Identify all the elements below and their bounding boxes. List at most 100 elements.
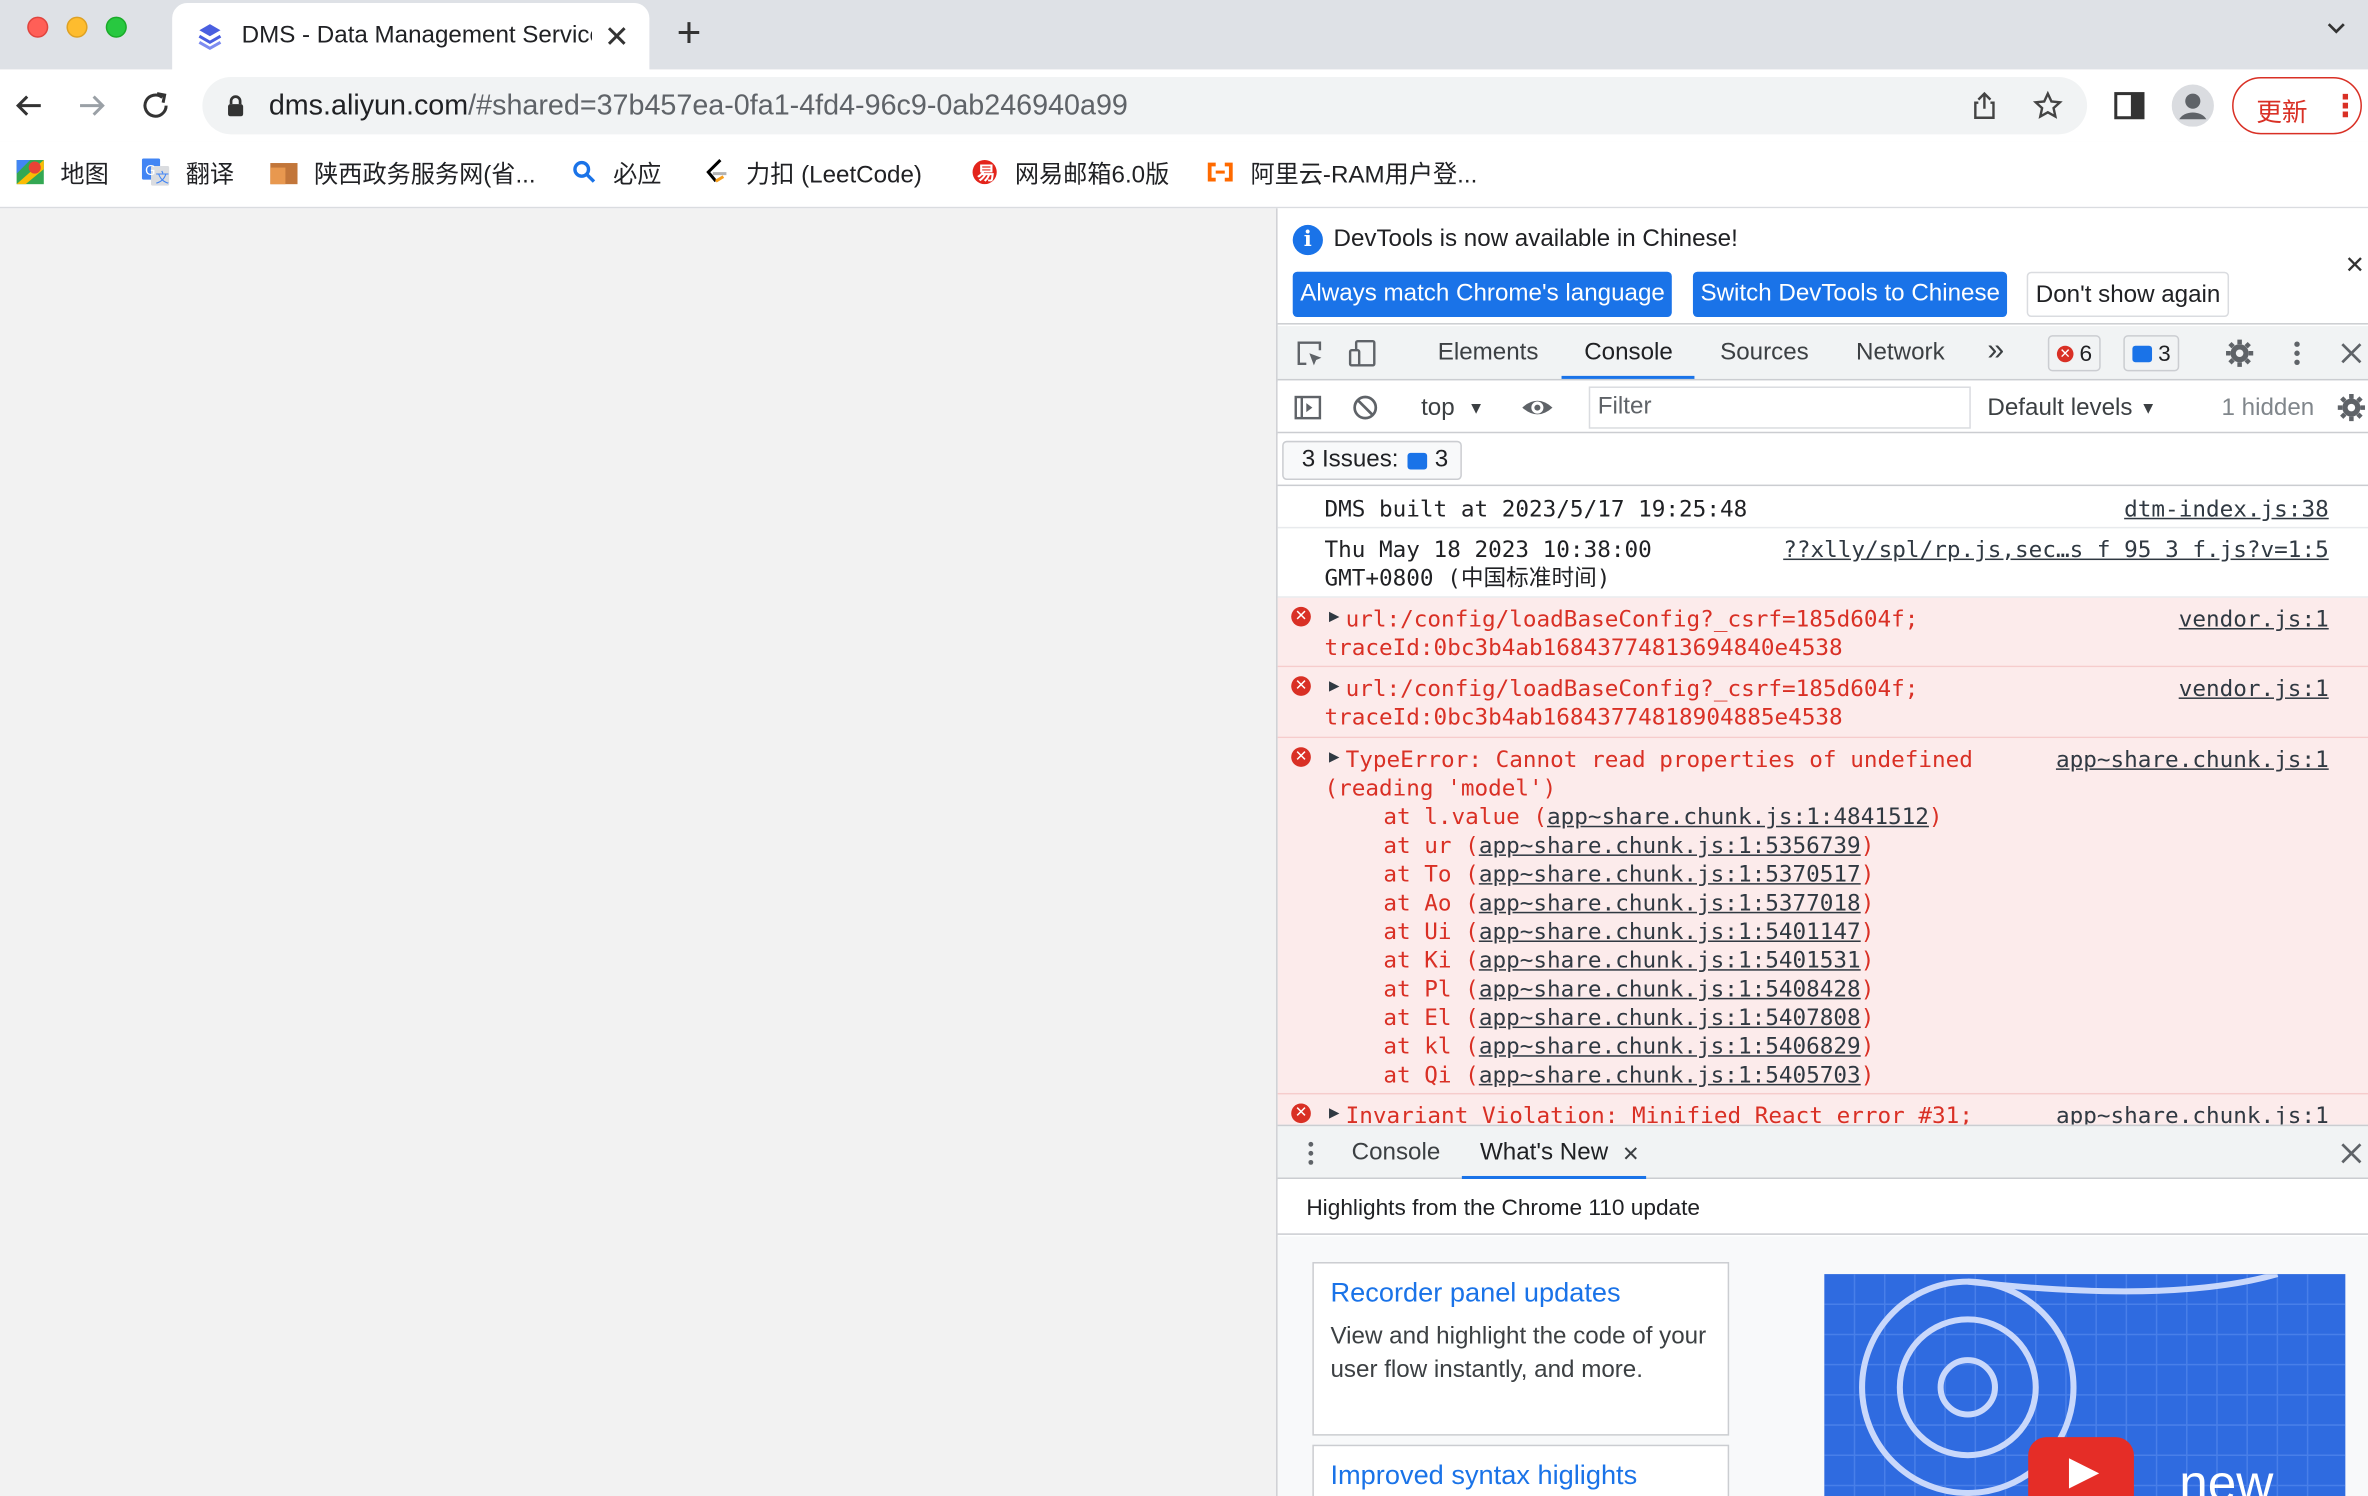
profile-avatar-icon[interactable] [2171,84,2214,127]
active-tab-indicator [1561,375,1695,379]
leetcode-icon [706,158,727,183]
side-panel-icon[interactable] [2111,88,2147,124]
stack-frame-link[interactable]: app~share.chunk.js:1:5401531 [1479,947,1861,974]
stack-frame-link[interactable]: app~share.chunk.js:1:5408428 [1479,975,1861,1002]
feature-card[interactable]: Improved syntax higlights [1312,1444,1730,1496]
log-levels-dropdown[interactable]: Default levels [1987,396,2132,423]
switch-to-chinese-button[interactable]: Switch DevTools to Chinese [1692,271,2008,318]
url-text[interactable]: dms.aliyun.com/#shared=37b457ea-0fa1-4fd… [269,91,1128,124]
bookmark-leetcode[interactable]: 力扣 (LeetCode) [701,155,922,189]
bookmark-label: 力扣 (LeetCode) [746,163,922,189]
minimize-window-button[interactable] [66,16,88,38]
netease-mail-icon: 易 [972,160,997,185]
back-arrow-icon[interactable] [11,88,47,124]
search-icon [573,160,596,183]
bookmark-label: 阿里云-RAM用户登... [1250,163,1478,189]
stack-frame-link[interactable]: app~share.chunk.js:1:5370517 [1479,860,1861,887]
issues-button[interactable]: 3 Issues: 3 [1282,440,1462,481]
svg-text:易: 易 [977,164,995,185]
bookmark-label: 必应 [613,163,662,189]
issues-label: 3 Issues: [1301,446,1399,473]
clear-console-icon[interactable] [1350,392,1380,422]
console-filter-box[interactable] [1588,386,1971,429]
close-drawer-icon[interactable] [2336,1138,2366,1168]
infobar-close-icon[interactable]: ✕ [2345,251,2365,281]
expand-caret-icon[interactable]: ▶ [1329,610,1339,625]
expand-caret-icon[interactable]: ▶ [1329,679,1339,694]
browser-tab-active[interactable]: DMS - Data Management Service ✕ [172,3,650,70]
close-whats-new-icon[interactable]: ✕ [1622,1141,1640,1167]
tab-close-icon[interactable]: ✕ [604,18,629,56]
dont-show-again-button[interactable]: Don't show again [2026,271,2230,318]
bookmark-aliyun-ram[interactable]: 阿里云-RAM用户登... [1205,155,1478,189]
message-source-link[interactable]: ??xlly/spl/rp.js,sec…s f 95 3 f.js?v=1:5 [1783,536,2329,565]
console-sidebar-icon[interactable] [1293,392,1323,422]
whats-new-headline: Highlights from the Chrome 110 update [1306,1195,1701,1222]
inspect-element-icon[interactable] [1294,338,1324,368]
drawer-tab-console[interactable]: Console [1352,1140,1441,1167]
infobar-message: DevTools is now available in Chinese! [1333,226,1738,253]
bookmark-shaanxi-gov[interactable]: 陕西政务服务网(省... [269,155,536,189]
forward-arrow-icon[interactable] [74,88,110,124]
feature-card[interactable]: Recorder panel updates View and highligh… [1312,1262,1730,1436]
stack-frame-link[interactable]: app~share.chunk.js:1:5405703 [1479,1061,1861,1088]
message-source-link[interactable]: app~share.chunk.js:1 [2056,746,2329,775]
stack-frame: at ur (app~share.chunk.js:1:5356739) [1383,831,1875,859]
promo-video-thumbnail[interactable]: new [1824,1274,2346,1496]
live-expression-eye-icon[interactable] [1521,392,1554,422]
page-viewport [0,208,1277,1496]
chrome-menu-icon[interactable]: ⋮ [2330,88,2360,126]
close-window-button[interactable] [27,16,49,38]
bookmark-translate[interactable]: G 文 翻译 [140,155,234,189]
bookmark-maps[interactable]: 地图 [15,155,109,189]
devtools-menu-icon[interactable] [2282,338,2312,368]
tab-console[interactable]: Console [1584,340,1673,367]
new-tab-button[interactable]: + [677,9,702,57]
device-toolbar-icon[interactable] [1347,338,1377,368]
context-selector[interactable]: top [1421,396,1455,423]
message-source-link[interactable]: dtm-index.js:38 [2124,495,2329,524]
stack-frame-link[interactable]: app~share.chunk.js:1:5401147 [1479,918,1861,945]
feature-card-title[interactable]: Improved syntax higlights [1330,1460,1637,1492]
tab-elements[interactable]: Elements [1438,340,1539,367]
stack-frame: at l.value (app~share.chunk.js:1:4841512… [1383,803,1943,831]
reload-icon[interactable] [137,88,173,124]
message-count-badge[interactable]: 3 [2123,335,2180,372]
stack-frame-link[interactable]: app~share.chunk.js:1:5406829 [1479,1033,1861,1060]
bookmark-bing[interactable]: 必应 [571,155,662,189]
close-devtools-icon[interactable] [2336,338,2366,368]
address-bar[interactable]: dms.aliyun.com/#shared=37b457ea-0fa1-4fd… [202,76,2088,135]
drawer-tab-whats-new[interactable]: What's New [1480,1140,1608,1167]
tab-sources[interactable]: Sources [1720,340,1809,367]
stack-frame: at To (app~share.chunk.js:1:5370517) [1383,860,1875,888]
stack-frame-link[interactable]: app~share.chunk.js:1:5407808 [1479,1004,1861,1031]
message-source-link[interactable]: vendor.js:1 [2179,605,2329,634]
feature-card-title[interactable]: Recorder panel updates [1330,1277,1620,1309]
context-dropdown-icon[interactable]: ▼ [1468,400,1484,418]
tab-search-chevron-icon[interactable] [2326,18,2347,39]
bookmark-netease-mail[interactable]: 易 网易邮箱6.0版 [970,155,1169,189]
drawer-menu-icon[interactable] [1296,1138,1326,1168]
share-icon[interactable] [1969,91,1999,121]
update-chrome-button[interactable]: 更新 ⋮ [2232,76,2362,135]
maximize-window-button[interactable] [105,16,127,38]
stack-frame-link[interactable]: app~share.chunk.js:1:4841512 [1547,803,1929,830]
error-circle-icon: ✕ [1291,606,1311,627]
console-filter-input[interactable] [1590,387,1970,428]
expand-caret-icon[interactable]: ▶ [1329,750,1339,765]
message-source-link[interactable]: app~share.chunk.js:1 [2056,1102,2329,1125]
stack-frame-link[interactable]: app~share.chunk.js:1:5377018 [1479,889,1861,916]
message-source-link[interactable]: vendor.js:1 [2179,675,2329,704]
bookmark-star-icon[interactable] [2032,90,2063,121]
always-match-language-button[interactable]: Always match Chrome's language [1292,271,1673,318]
settings-gear-icon[interactable] [2225,338,2255,368]
more-tabs-icon[interactable]: » [1987,334,2004,369]
tab-network[interactable]: Network [1856,340,1945,367]
stack-frame: at Ki (app~share.chunk.js:1:5401531) [1383,946,1875,974]
stack-frame-link[interactable]: app~share.chunk.js:1:5356739 [1479,832,1861,859]
error-count-badge[interactable]: ✕ 6 [2047,335,2102,372]
expand-caret-icon[interactable]: ▶ [1329,1107,1339,1122]
console-settings-gear-icon[interactable] [2336,392,2366,422]
levels-dropdown-icon[interactable]: ▼ [2140,400,2156,418]
lock-icon[interactable] [227,94,245,118]
